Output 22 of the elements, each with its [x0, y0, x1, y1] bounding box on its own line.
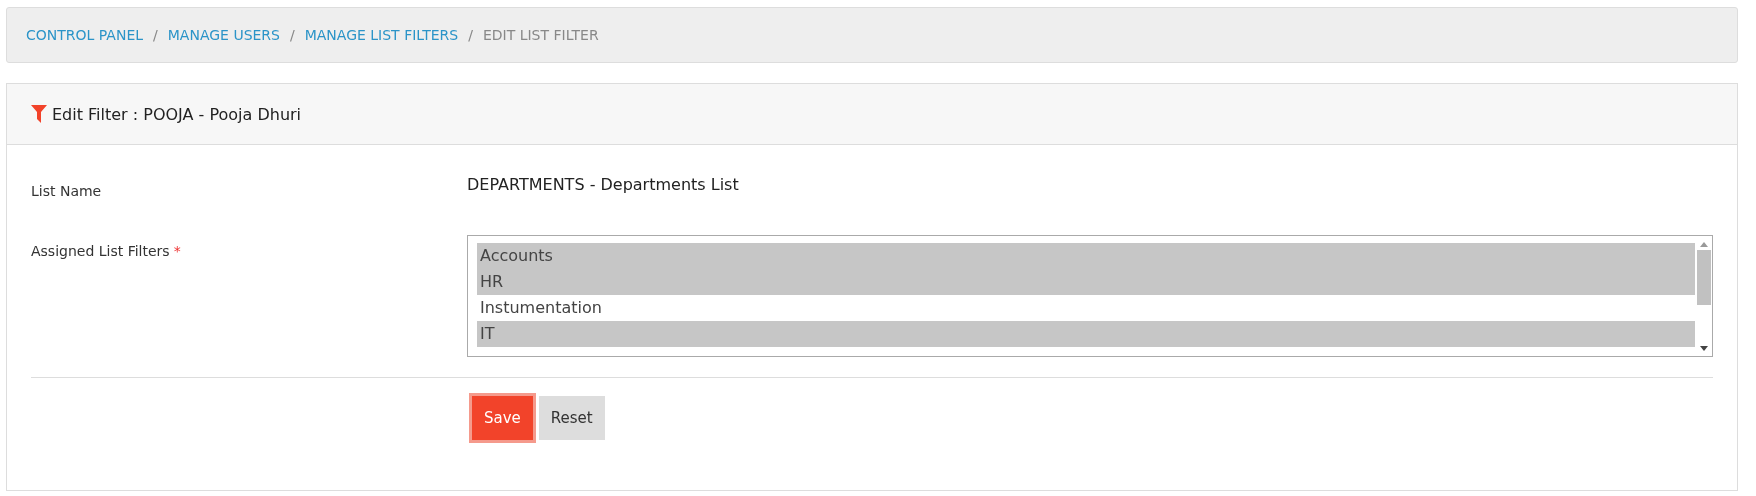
scroll-down-arrow-icon[interactable] — [1699, 346, 1708, 352]
list-option[interactable]: Accounts — [477, 243, 1695, 269]
breadcrumb-link[interactable]: MANAGE USERS — [167, 27, 280, 43]
breadcrumb-separator: / — [153, 27, 158, 43]
save-button[interactable]: Save — [472, 396, 533, 440]
breadcrumb-separator: / — [290, 27, 295, 43]
list-name-value: DEPARTMENTS - Departments List — [467, 175, 739, 196]
panel-title: Edit Filter : POOJA - Pooja Dhuri — [52, 104, 302, 124]
breadcrumb-separator: / — [468, 27, 473, 43]
reset-button[interactable]: Reset — [538, 396, 605, 440]
list-name-label: List Name — [31, 182, 103, 199]
list-option[interactable]: HR — [477, 269, 1695, 295]
assigned-filters-label: Assigned List Filters — [31, 243, 170, 259]
multi-select-list[interactable]: Accounts HR Instumentation IT — [467, 235, 1713, 357]
scroll-up-arrow-icon[interactable] — [1699, 241, 1708, 247]
list-option[interactable]: IT — [477, 321, 1695, 347]
required-mark: * — [173, 243, 181, 259]
list-option[interactable]: Instumentation — [477, 295, 1695, 321]
filter-icon — [31, 105, 47, 123]
breadcrumb-link[interactable]: CONTROL PANEL — [26, 27, 144, 43]
breadcrumb-current: EDIT LIST FILTER — [482, 27, 599, 43]
breadcrumb-link[interactable]: MANAGE LIST FILTERS — [304, 27, 459, 43]
